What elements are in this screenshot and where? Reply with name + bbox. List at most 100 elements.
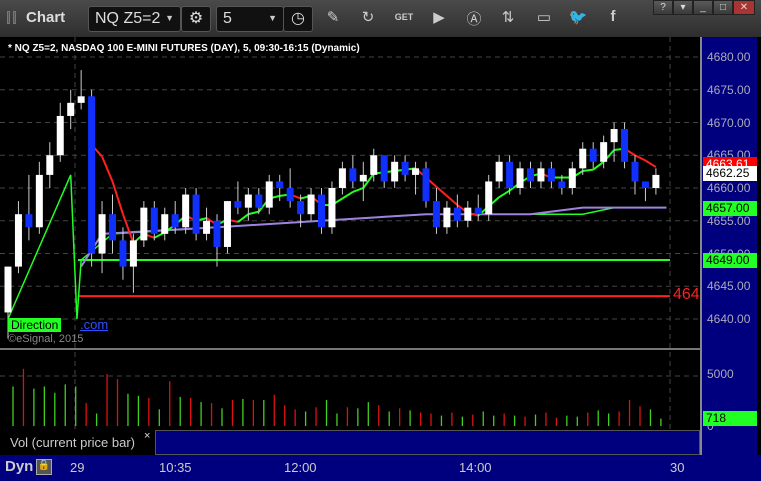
- candle-body: [349, 168, 357, 182]
- candle-body: [527, 168, 534, 182]
- price-label: 4670.00: [707, 115, 751, 130]
- candle-body: [391, 161, 399, 182]
- candle-body: [171, 214, 179, 228]
- drag-grip-icon[interactable]: [7, 11, 10, 24]
- time-label: 12:00: [284, 460, 317, 475]
- candle-body: [589, 148, 597, 162]
- price-label: 4660.00: [707, 181, 751, 195]
- average-line: [80, 206, 667, 268]
- maximize-button[interactable]: □: [713, 0, 733, 15]
- chevron-down-icon: ▼: [268, 13, 277, 23]
- candle-body: [56, 115, 64, 156]
- comment-icon[interactable]: ▭: [533, 8, 555, 26]
- time-label: 14:00: [459, 460, 492, 475]
- candle-body: [223, 201, 231, 247]
- price-tag: 4649.00: [703, 253, 757, 269]
- moving-average-segment: [341, 191, 354, 200]
- candle-body: [35, 174, 43, 228]
- window-menu-button[interactable]: ▾: [673, 0, 693, 15]
- moving-average-segment: [498, 189, 511, 199]
- moving-average-segment: [111, 181, 124, 215]
- direction-line: [7, 174, 667, 320]
- time-label: 10:35: [159, 460, 192, 475]
- interval-select[interactable]: 5 ▼: [216, 6, 284, 32]
- time-axis[interactable]: Dyn 🔒 29 10:35 12:00 14:00 30: [0, 455, 761, 481]
- candle-body: [109, 214, 116, 241]
- close-button[interactable]: ✕: [733, 0, 755, 15]
- drag-grip-icon[interactable]: [13, 11, 16, 24]
- candle-body: [129, 240, 137, 267]
- candle-body: [276, 181, 284, 188]
- moving-average-segment: [446, 195, 459, 206]
- volume-title: Vol (current price bar): [0, 430, 155, 455]
- candle-body: [370, 155, 378, 175]
- close-volume-icon[interactable]: ×: [144, 430, 150, 442]
- direction-label: Direction: [8, 318, 62, 332]
- panel-divider[interactable]: [0, 348, 700, 350]
- help-button[interactable]: ?: [653, 0, 673, 15]
- price-label: 4675.00: [707, 82, 751, 97]
- candle-body: [506, 161, 514, 188]
- price-label: 4645.00: [707, 279, 751, 294]
- candle-body: [558, 181, 566, 188]
- lock-scale-icon[interactable]: 🔒: [36, 459, 52, 475]
- price-label: 4640.00: [707, 312, 751, 326]
- candle-body: [464, 207, 472, 221]
- time-label: 29: [70, 460, 85, 475]
- candle-body: [443, 207, 451, 228]
- alert-icon[interactable]: Ⓐ: [463, 8, 485, 29]
- window-title: Chart: [26, 9, 66, 26]
- red-level-label: 464: [673, 286, 700, 303]
- candle-body: [474, 207, 482, 215]
- chart-area[interactable]: [0, 37, 761, 455]
- title-bar: Chart NQ Z5=2 ▼ ⚙ 5 ▼ ◷ ✎ ↻ GET ▶ Ⓐ ⇅ ▭ 🐦 …: [0, 0, 761, 37]
- symbol-select[interactable]: NQ Z5=2 ▼: [88, 6, 181, 32]
- candle-body: [140, 207, 148, 241]
- minimize-button[interactable]: _: [693, 0, 713, 15]
- price-chart[interactable]: [0, 37, 700, 455]
- moving-average-segment: [644, 159, 657, 168]
- candle-body: [485, 181, 493, 215]
- price-axis[interactable]: 4680.00 4675.00 4670.00 4665.00 4660.00 4655.…: [700, 37, 757, 455]
- time-label: 30: [670, 460, 685, 475]
- volume-tag: 718: [703, 411, 757, 426]
- price-tag: 4657.00: [703, 200, 757, 216]
- candle-body: [652, 174, 660, 188]
- refresh-icon[interactable]: ↻: [357, 8, 379, 26]
- volume-axis-label: 5000: [707, 367, 734, 381]
- watermark: ©eSignal, 2015: [8, 333, 84, 345]
- candle-body: [234, 201, 242, 208]
- candle-body: [46, 155, 54, 175]
- candle-body: [537, 168, 545, 182]
- candle-body: [453, 207, 461, 221]
- settings-gear-icon[interactable]: ⚙: [181, 6, 211, 32]
- price-tag: 4662.25: [703, 166, 757, 182]
- dynamic-mode-label[interactable]: Dyn: [5, 458, 33, 475]
- moving-average-segment: [101, 156, 114, 182]
- candle-body: [244, 194, 252, 208]
- clock-icon[interactable]: ◷: [283, 6, 313, 32]
- candle-body: [67, 102, 75, 116]
- facebook-icon[interactable]: f: [602, 8, 624, 25]
- get-icon[interactable]: GET: [393, 12, 415, 22]
- candle-body: [213, 220, 221, 247]
- candle-body: [182, 194, 190, 228]
- pencil-icon[interactable]: ✎: [322, 8, 344, 26]
- symbol-value: NQ Z5=2: [95, 10, 161, 27]
- candle-body: [297, 201, 305, 215]
- link-icon[interactable]: ⇅: [497, 8, 519, 26]
- candle-body: [338, 168, 346, 188]
- moving-average-segment: [248, 210, 260, 216]
- candle-body: [432, 201, 440, 228]
- candle-body: [203, 220, 211, 234]
- watermark-link[interactable]: .com: [80, 317, 108, 332]
- candle-body: [265, 181, 273, 208]
- moving-average-segment: [592, 161, 605, 171]
- twitter-icon[interactable]: 🐦: [567, 8, 589, 26]
- candle-body: [568, 168, 576, 188]
- price-label: 4680.00: [707, 50, 751, 64]
- price-label: 4655.00: [707, 213, 751, 228]
- candle-body: [307, 194, 315, 215]
- play-icon[interactable]: ▶: [428, 8, 450, 26]
- candle-body: [610, 129, 618, 143]
